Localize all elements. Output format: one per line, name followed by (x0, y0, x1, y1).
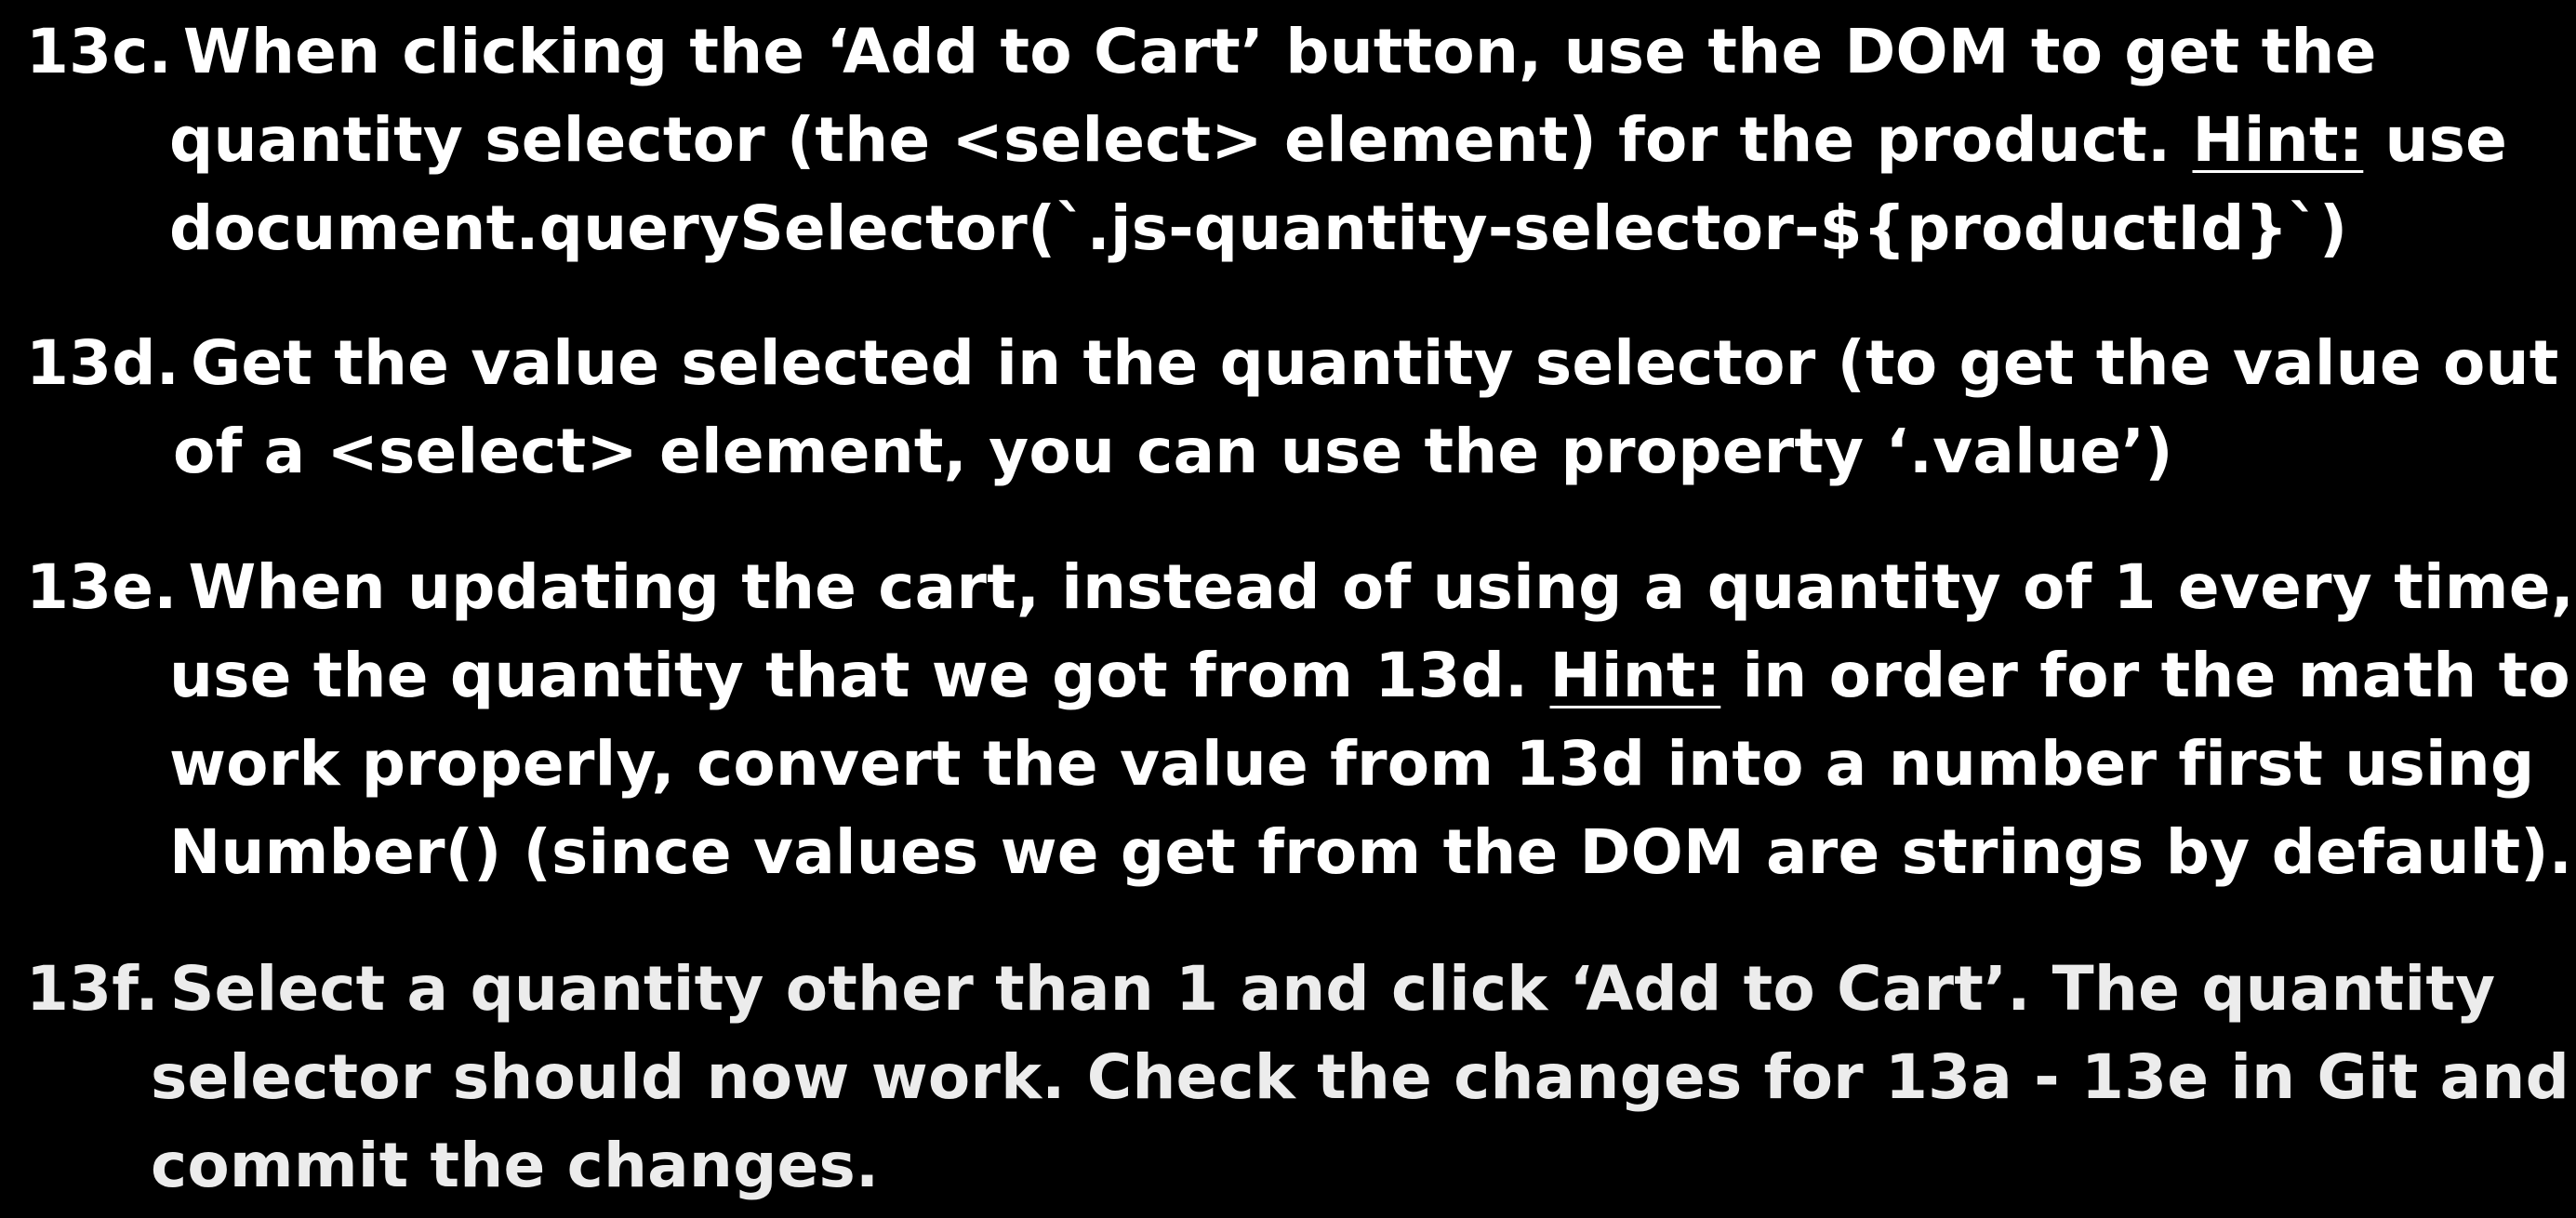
instruction-13e-text-2b: in order for the math to (1742, 640, 2570, 711)
instruction-13e-text-1: When updating the cart, instead of using… (188, 551, 2574, 623)
instruction-13c: 13c. When clicking the ‘Add to Cart’ butt… (26, 7, 2557, 272)
instruction-13f-text-3: commit the changes. (151, 1130, 880, 1201)
instruction-13f: 13f. Select a quantity other than 1 and c… (26, 945, 2570, 1210)
instruction-13f-text-1: Select a quantity other than 1 and click… (169, 953, 2496, 1025)
instruction-13d-label: 13d. (26, 327, 179, 399)
instruction-13e-line-1: 13e. When updating the cart, instead of u… (26, 543, 2574, 631)
instruction-13e-text-2a: use the quantity that we got from 13d. (169, 640, 1529, 711)
instruction-13d-text-1: Get the value selected in the quantity s… (190, 327, 2559, 399)
instruction-13d-line-1: 13d. Get the value selected in the quanti… (26, 319, 2559, 407)
instruction-13c-line-1: 13c. When clicking the ‘Add to Cart’ butt… (26, 7, 2557, 96)
instruction-13e: 13e. When updating the cart, instead of u… (26, 543, 2574, 896)
instruction-13d: 13d. Get the value selected in the quanti… (26, 319, 2559, 496)
slide: { "colors": { "background": "#000000", "… (0, 0, 2576, 1218)
instruction-13d-text-2: of a <select> element, you can use the p… (173, 416, 2173, 487)
instruction-13e-line-2: use the quantity that we got from 13d. H… (26, 631, 2570, 720)
instruction-13c-text-2a: quantity selector (the <select> element)… (169, 104, 2171, 176)
instruction-13c-code: document.querySelector(`.js-quantity-sel… (169, 192, 2348, 264)
instruction-13e-text-3: work properly, convert the value from 13… (169, 728, 2535, 800)
instruction-13c-label: 13c. (26, 16, 172, 87)
instruction-13f-label: 13f. (26, 953, 159, 1025)
instruction-13c-line-2: quantity selector (the <select> element)… (26, 96, 2557, 184)
instruction-13c-hint: Hint: (2192, 104, 2364, 176)
instruction-13f-line-1: 13f. Select a quantity other than 1 and c… (26, 945, 2557, 1033)
instruction-13e-text-4: Number() (since values we get from the D… (169, 816, 2573, 888)
instruction-13f-text-2: selector should now work. Check the chan… (151, 1041, 2570, 1113)
instruction-13c-text-1: When clicking the ‘Add to Cart’ button, … (182, 16, 2377, 87)
instruction-13c-text-2b: use (2384, 104, 2508, 176)
instruction-13e-label: 13e. (26, 551, 178, 623)
instruction-13e-hint: Hint: (1549, 640, 1721, 711)
